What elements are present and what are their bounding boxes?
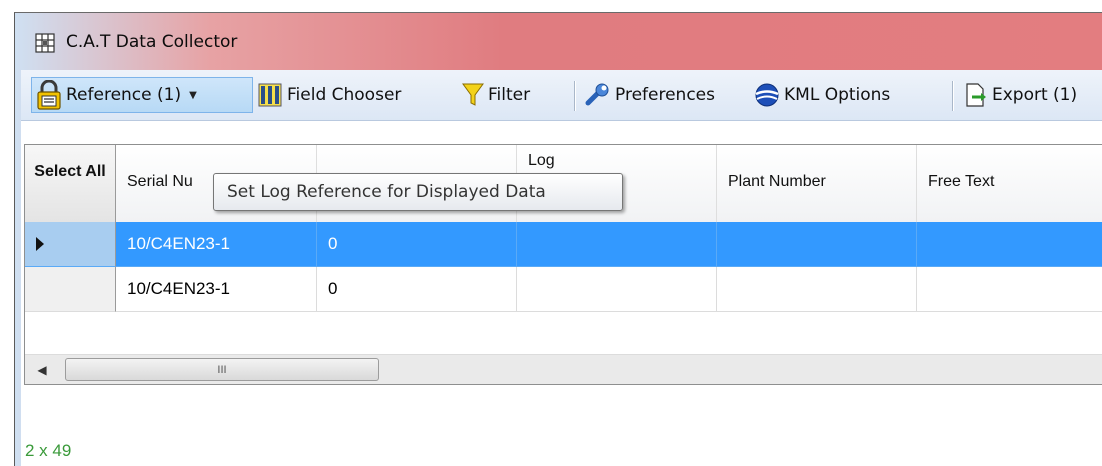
field-chooser-button[interactable]: Field Chooser <box>257 77 401 113</box>
column-header-free-text[interactable]: Free Text <box>917 145 1102 222</box>
funnel-filter-icon <box>462 83 484 106</box>
wrench-icon <box>585 83 609 106</box>
table-cell[interactable]: 0 <box>317 267 517 312</box>
table-cell[interactable] <box>717 267 917 312</box>
export-label: Export (1) <box>992 85 1078 105</box>
kml-options-button[interactable]: KML Options <box>754 77 890 113</box>
kml-options-label: KML Options <box>784 85 891 105</box>
preferences-button[interactable]: Preferences <box>585 77 715 113</box>
app-grid-icon <box>35 33 55 53</box>
current-row-arrow-icon <box>36 237 44 251</box>
toolbar-separator <box>574 81 576 111</box>
cell-value: 10/C4EN23-1 <box>127 234 231 253</box>
scroll-thumb-grip: III <box>217 363 227 376</box>
dropdown-arrow-icon[interactable]: ▼ <box>189 90 197 101</box>
column-header-label: Free Text <box>928 173 995 190</box>
column-header-label: Log <box>528 152 555 169</box>
table-cell[interactable] <box>917 222 1102 267</box>
table-row[interactable]: 10/C4EN23-1 0 <box>25 222 1102 267</box>
status-bar: 2 x 49 <box>24 438 1102 466</box>
table-cell[interactable] <box>917 267 1102 312</box>
column-header-label: Serial Nu <box>127 173 193 190</box>
table-cell[interactable] <box>517 222 717 267</box>
scroll-left-icon[interactable]: ◀ <box>25 355 59 384</box>
cell-value: 10/C4EN23-1 <box>127 279 231 298</box>
globe-icon <box>755 83 779 107</box>
preferences-label: Preferences <box>615 85 715 105</box>
select-all-button[interactable]: Select All <box>25 145 116 222</box>
columns-icon <box>258 83 282 107</box>
column-header-plant-number[interactable]: Plant Number <box>717 145 917 222</box>
table-cell[interactable] <box>517 267 717 312</box>
reference-button[interactable]: Reference (1) ▼ <box>31 77 253 113</box>
table-cell[interactable]: 10/C4EN23-1 <box>116 222 317 267</box>
field-chooser-label: Field Chooser <box>287 85 402 105</box>
cell-value: 0 <box>328 234 338 253</box>
tooltip-text: Set Log Reference for Displayed Data <box>227 182 546 202</box>
scroll-thumb[interactable]: III <box>65 358 379 381</box>
table-row[interactable]: 10/C4EN23-1 0 <box>25 267 1102 312</box>
export-icon <box>966 83 986 107</box>
table-cell[interactable]: 0 <box>317 222 517 267</box>
filter-label: Filter <box>488 85 531 105</box>
cell-value: 0 <box>328 279 338 298</box>
record-count: 2 x 49 <box>25 441 72 460</box>
column-header-label: Plant Number <box>728 173 826 190</box>
row-header[interactable] <box>25 267 116 312</box>
row-header[interactable] <box>25 222 116 267</box>
title-bar[interactable]: C.A.T Data Collector <box>15 13 1102 69</box>
lock-icon <box>37 80 61 110</box>
toolbar: Reference (1) ▼ Field Chooser Filter Pre… <box>21 70 1102 121</box>
table-cell[interactable]: 10/C4EN23-1 <box>116 267 317 312</box>
app-window: C.A.T Data Collector Reference (1) ▼ Fie… <box>14 12 1102 466</box>
filter-button[interactable]: Filter <box>462 77 530 113</box>
reference-label: Reference (1) <box>66 85 182 105</box>
client-area: Reference (1) ▼ Field Chooser Filter Pre… <box>21 70 1102 466</box>
window-title: C.A.T Data Collector <box>66 32 238 52</box>
horizontal-scrollbar[interactable]: ◀ III <box>25 354 1102 384</box>
tooltip: Set Log Reference for Displayed Data <box>213 173 623 211</box>
table-cell[interactable] <box>717 222 917 267</box>
select-all-label: Select All <box>34 163 106 180</box>
export-button[interactable]: Export (1) <box>964 77 1077 113</box>
toolbar-separator <box>952 81 954 111</box>
